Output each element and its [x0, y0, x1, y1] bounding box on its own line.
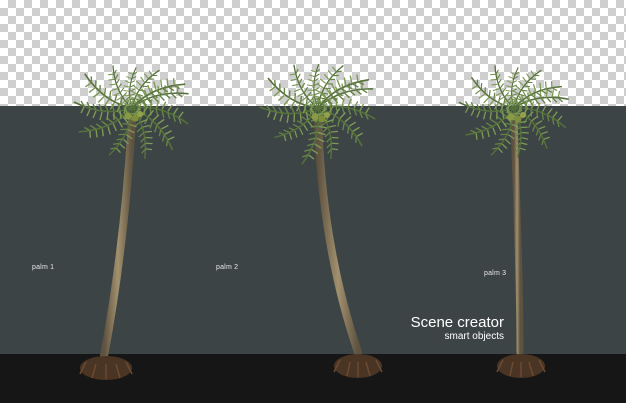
- palm-2-label: palm 2: [216, 264, 239, 271]
- palm-1: [73, 62, 193, 380]
- palm-1-label: palm 1: [32, 264, 55, 271]
- palm-2-trunk: [314, 114, 362, 356]
- palm-scene: [73, 58, 571, 380]
- brand-block: Scene creator smart objects: [411, 314, 504, 343]
- palm-3-label: palm 3: [484, 270, 507, 277]
- palm-2: [258, 58, 383, 378]
- brand-title: Scene creator: [410, 314, 504, 331]
- palm-1-trunk: [100, 116, 136, 360]
- brand-subtitle: smart objects: [444, 331, 504, 342]
